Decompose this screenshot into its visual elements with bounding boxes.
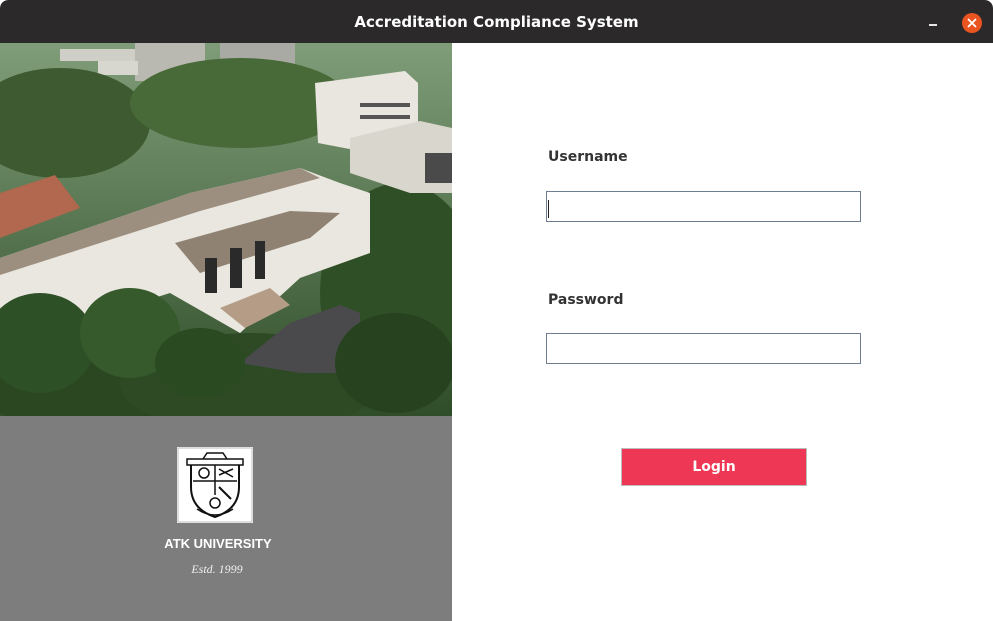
title-bar[interactable]: Accreditation Compliance System <box>0 0 993 43</box>
login-button[interactable]: Login <box>621 448 807 486</box>
text-caret <box>548 200 549 218</box>
login-form: Username Password Login <box>452 43 993 621</box>
campus-aerial-photo <box>0 43 452 416</box>
username-input[interactable] <box>546 191 861 222</box>
login-window: Accreditation Compliance System ATK UNIV… <box>0 0 993 621</box>
window-title: Accreditation Compliance System <box>354 13 639 31</box>
branding-panel: ATK UNIVERSITY Estd. 1999 <box>0 43 452 621</box>
university-crest-icon <box>177 447 253 523</box>
password-label: Password <box>548 292 624 308</box>
password-input[interactable] <box>546 333 861 364</box>
established-year: Estd. 1999 <box>191 562 243 576</box>
close-button[interactable] <box>962 13 982 33</box>
minimize-button[interactable] <box>924 12 944 32</box>
username-label: Username <box>548 149 628 165</box>
close-icon <box>967 18 977 28</box>
university-name: ATK UNIVERSITY <box>164 536 272 551</box>
